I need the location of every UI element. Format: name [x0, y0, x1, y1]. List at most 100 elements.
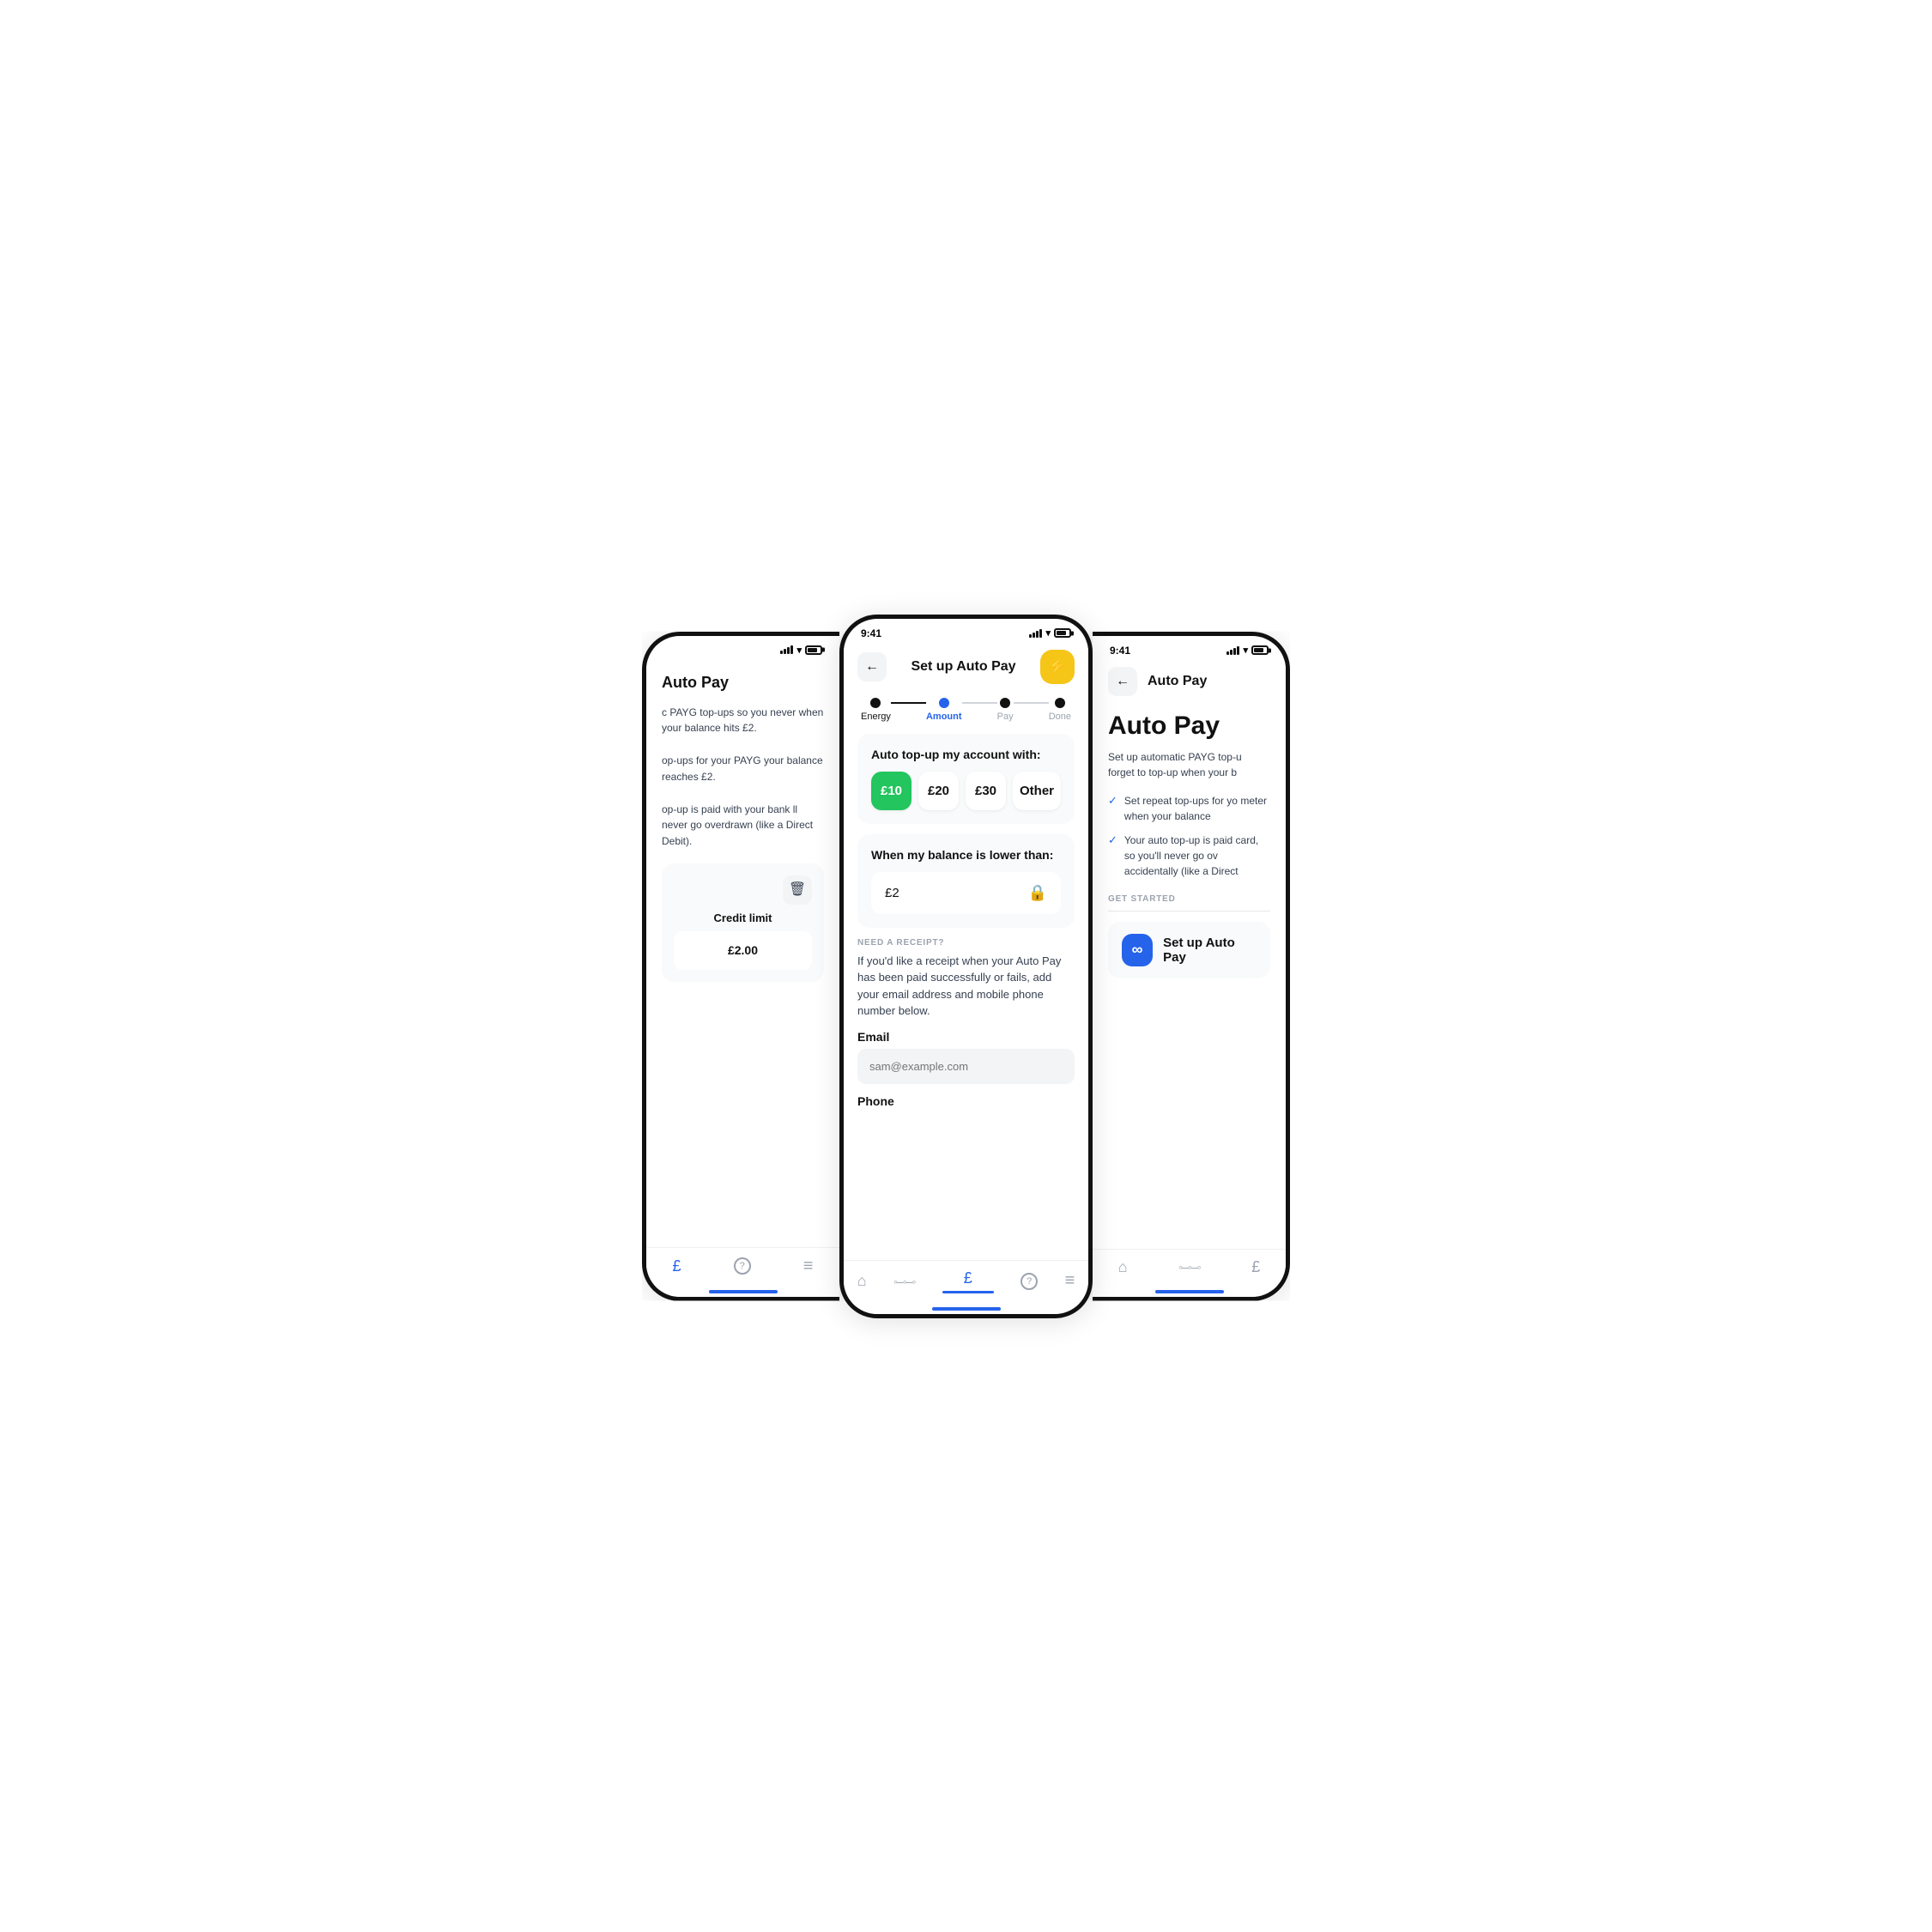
right-nav-bills[interactable]: £ [1251, 1258, 1260, 1276]
get-started-label: GET STARTED [1108, 894, 1270, 904]
left-bottom-bar [646, 1281, 839, 1297]
amount-btn-30[interactable]: £30 [966, 772, 1006, 810]
left-signal-icon [780, 645, 793, 654]
center-nav-home-icon: ⌂ [857, 1272, 867, 1290]
right-nav-header: ← Auto Pay [1093, 660, 1286, 703]
receipt-description: If you'd like a receipt when your Auto P… [857, 953, 1075, 1020]
amount-grid: £10 £20 £30 Other [871, 772, 1061, 810]
center-battery-icon [1054, 628, 1071, 638]
amount-btn-20[interactable]: £20 [918, 772, 959, 810]
step-label-amount: Amount [926, 712, 962, 722]
trash-icon-wrap: 🗑 [674, 875, 812, 905]
left-phone: ▾ Auto Pay c PAYG top-ups so you never w… [642, 632, 839, 1301]
right-status-time: 9:41 [1110, 645, 1130, 657]
left-battery-icon [805, 645, 822, 655]
check-text-1: Set repeat top-ups for yo meter when you… [1124, 793, 1270, 824]
auto-pay-heading: Auto Pay [1108, 712, 1270, 741]
left-nav-bills[interactable]: £ [673, 1257, 681, 1275]
right-nav-usage-icon: ◦–◦–◦ [1178, 1260, 1200, 1274]
setup-auto-pay-button[interactable]: ∞ Set up Auto Pay [1108, 922, 1270, 978]
check-text-2: Your auto top-up is paid card, so you'll… [1124, 833, 1270, 879]
center-phone: 9:41 ▾ ← Set up Auto Pay ⚡ [839, 615, 1093, 1318]
left-content: Auto Pay c PAYG top-ups so you never whe… [646, 659, 839, 1247]
balance-value: £2 [885, 886, 899, 900]
right-screen: ← Auto Pay Auto Pay Set up automatic PAY… [1093, 660, 1286, 1297]
step-done: Done [1049, 698, 1071, 722]
left-body-2: op-ups for your PAYG your balance reache… [662, 753, 824, 784]
left-nav-help-icon: ? [734, 1257, 751, 1275]
center-content: Auto top-up my account with: £10 £20 £30… [844, 725, 1088, 1260]
step-line-1 [891, 702, 926, 704]
center-lightning-button[interactable]: ⚡ [1040, 650, 1075, 684]
center-nav-bills-indicator [942, 1291, 994, 1293]
left-page-title: Auto Pay [662, 671, 824, 694]
receipt-section-label: NEED A RECEIPT? [857, 938, 1075, 948]
center-bottom-nav: ⌂ ◦–◦–◦ £ ? ≡ [844, 1260, 1088, 1299]
right-signal-icon [1226, 646, 1239, 655]
trash-icon[interactable]: 🗑 [783, 875, 812, 905]
center-lightning-icon: ⚡ [1048, 657, 1067, 675]
step-pay: Pay [997, 698, 1014, 722]
credit-limit-label: Credit limit [674, 910, 812, 927]
infinity-icon: ∞ [1122, 934, 1153, 966]
right-back-arrow-icon: ← [1116, 674, 1130, 689]
lock-icon: 🔒 [1028, 884, 1047, 902]
right-status-icons: ▾ [1226, 645, 1269, 656]
center-nav-usage[interactable]: ◦–◦–◦ [893, 1275, 915, 1288]
right-home-indicator [1155, 1290, 1224, 1293]
right-bottom-nav: ⌂ ◦–◦–◦ £ [1093, 1249, 1286, 1281]
center-nav-usage-icon: ◦–◦–◦ [893, 1275, 915, 1288]
center-nav-home[interactable]: ⌂ [857, 1272, 867, 1290]
email-label: Email [857, 1030, 1075, 1044]
check-item-1: ✓ Set repeat top-ups for yo meter when y… [1108, 793, 1270, 824]
setup-btn-label: Set up Auto Pay [1163, 936, 1257, 965]
topup-card: Auto top-up my account with: £10 £20 £30… [857, 734, 1075, 824]
center-signal-icon [1029, 629, 1042, 638]
center-back-button[interactable]: ← [857, 652, 887, 681]
check-list: ✓ Set repeat top-ups for yo meter when y… [1108, 793, 1270, 879]
left-body-1: c PAYG top-ups so you never when your ba… [662, 705, 824, 736]
right-back-button[interactable]: ← [1108, 667, 1137, 696]
center-nav-menu-icon: ≡ [1065, 1271, 1075, 1291]
right-content: Auto Pay Set up automatic PAYG top-u for… [1093, 703, 1286, 1249]
left-screen: Auto Pay c PAYG top-ups so you never whe… [646, 659, 839, 1297]
balance-card-title: When my balance is lower than: [871, 848, 1061, 862]
left-home-indicator [709, 1290, 778, 1293]
infinity-symbol: ∞ [1132, 941, 1143, 959]
right-wifi-icon: ▾ [1243, 645, 1248, 656]
left-body-3: op-up is paid with your bank ll never go… [662, 802, 824, 850]
center-nav-help[interactable]: ? [1021, 1273, 1038, 1290]
credit-limit-value: £2.00 [674, 931, 812, 970]
center-status-time: 9:41 [861, 627, 881, 639]
left-nav-menu-icon: ≡ [803, 1257, 814, 1276]
credit-card: 🗑 Credit limit £2.00 [662, 863, 824, 983]
topup-card-title: Auto top-up my account with: [871, 748, 1061, 761]
right-nav-home[interactable]: ⌂ [1118, 1258, 1128, 1276]
center-nav-header: ← Set up Auto Pay ⚡ [844, 643, 1088, 691]
step-label-done: Done [1049, 712, 1071, 722]
left-nav-menu[interactable]: ≡ [803, 1257, 814, 1276]
right-battery-icon [1251, 645, 1269, 655]
left-bottom-nav: £ ? ≡ [646, 1247, 839, 1281]
right-nav-home-icon: ⌂ [1118, 1258, 1128, 1276]
left-nav-bills-icon: £ [673, 1257, 681, 1275]
left-status-bar: ▾ [646, 636, 839, 659]
step-dot-done [1055, 698, 1065, 708]
check-item-2: ✓ Your auto top-up is paid card, so you'… [1108, 833, 1270, 879]
center-header-title: Set up Auto Pay [911, 659, 1015, 675]
amount-btn-10[interactable]: £10 [871, 772, 911, 810]
center-nav-menu[interactable]: ≡ [1065, 1271, 1075, 1291]
right-nav-bills-icon: £ [1251, 1258, 1260, 1276]
step-line-3 [1014, 702, 1049, 704]
step-dot-pay [1000, 698, 1010, 708]
right-phone: 9:41 ▾ ← Auto Pay Auto Pay [1093, 632, 1290, 1301]
amount-btn-other[interactable]: Other [1013, 772, 1061, 810]
center-nav-bills[interactable]: £ [942, 1269, 994, 1293]
step-dot-energy [870, 698, 881, 708]
left-nav-help[interactable]: ? [734, 1257, 751, 1275]
email-input[interactable] [857, 1049, 1075, 1084]
right-nav-usage[interactable]: ◦–◦–◦ [1178, 1260, 1200, 1274]
step-line-2 [962, 702, 997, 704]
center-back-arrow-icon: ← [865, 659, 879, 675]
center-status-icons: ▾ [1029, 627, 1071, 639]
